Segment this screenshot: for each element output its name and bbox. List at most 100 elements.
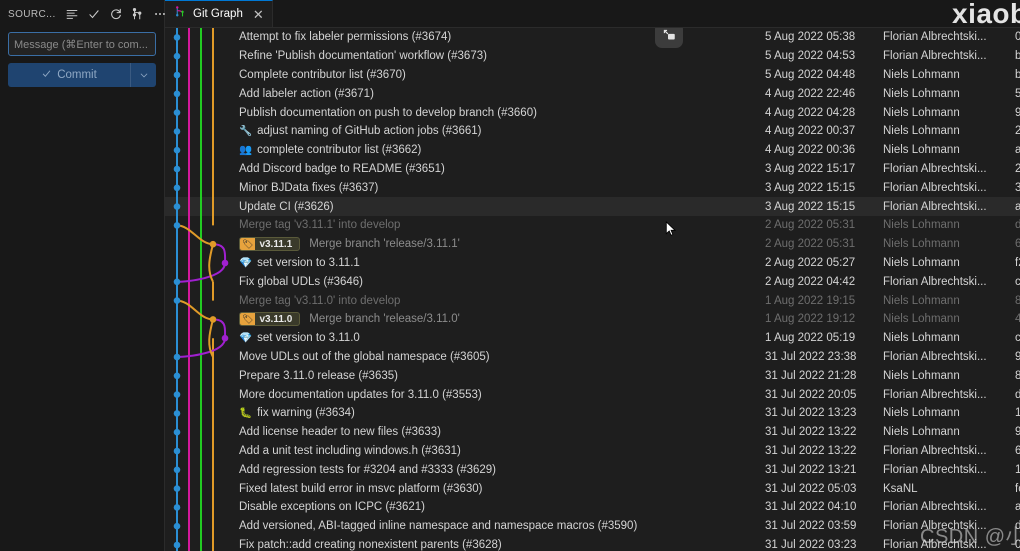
commit-author-cell: Niels Lohmann — [883, 106, 960, 119]
commit-author-cell: Niels Lohmann — [883, 369, 960, 382]
table-row[interactable]: 🏷 v3.11.1 Merge branch 'release/3.11.1' 2 A… — [165, 235, 1020, 254]
commit-author-cell: Florian Albrechtski... — [883, 350, 987, 363]
table-row[interactable]: Move UDLs out of the global namespace (#… — [165, 348, 1020, 367]
commit-subject-cell: Merge tag 'v3.11.1' into develop — [165, 219, 765, 231]
commit-author-cell: Niels Lohmann — [883, 313, 960, 326]
commit-author-cell: Florian Albrechtski... — [883, 200, 987, 213]
table-row[interactable]: Add a unit test including windows.h (#36… — [165, 442, 1020, 461]
commit-message-input[interactable]: Message (⌘Enter to com... — [8, 32, 156, 56]
table-row[interactable]: Fixed latest build error in msvc platfor… — [165, 479, 1020, 498]
commit-date-cell: 31 Jul 2022 23:38 — [765, 350, 857, 363]
commit-hash-cell: ce0e13c — [1015, 332, 1020, 345]
table-row[interactable]: 💎 set version to 3.11.0 1 Aug 2022 05:19 Ni… — [165, 329, 1020, 348]
commit-date-cell: 31 Jul 2022 20:05 — [765, 388, 857, 401]
table-row[interactable]: 🐛 fix warning (#3634) 31 Jul 2022 13:23 Nie… — [165, 404, 1020, 423]
commit-author-cell: Niels Lohmann — [883, 144, 960, 157]
commit-hash-cell: 98d70d4 — [1015, 106, 1020, 119]
commit-hash-cell: 69d7448 — [1015, 238, 1020, 251]
commit-hash-cell: 66c8bb5 — [1015, 444, 1020, 457]
main-editor-area: Git Graph ✕ Attempt to fix labeler permi… — [165, 0, 1020, 551]
commit-subject-text: Add regression tests for #3204 and #3333… — [239, 463, 497, 476]
table-row[interactable]: Add regression tests for #3204 and #3333… — [165, 460, 1020, 479]
checkmark-icon[interactable] — [84, 4, 105, 25]
tag-badge[interactable]: 🏷 v3.11.0 — [239, 312, 301, 327]
commit-hash-cell: b6e2941 — [1015, 68, 1020, 81]
commit-subject-cell: Add license header to new files (#3633) — [165, 426, 765, 438]
table-row[interactable]: Prepare 3.11.0 release (#3635) 31 Jul 202… — [165, 366, 1020, 385]
picture-in-picture-icon[interactable] — [655, 28, 683, 48]
commit-subject-cell: Publish documentation on push to develop… — [165, 107, 765, 119]
commit-hash-cell: 8fd8b52 — [1015, 369, 1020, 382]
commit-date-cell: 3 Aug 2022 15:15 — [765, 181, 856, 194]
commit-subject-text: Minor BJData fixes (#3637) — [239, 181, 379, 194]
commit-date-cell: 4 Aug 2022 00:36 — [765, 144, 856, 157]
view-as-list-icon[interactable] — [62, 4, 83, 25]
commit-date-cell: 2 Aug 2022 05:31 — [765, 219, 856, 232]
commit-author-cell: Florian Albrechtski... — [883, 31, 987, 44]
commit-subject-cell: 👥 complete contributor list (#3662) — [165, 144, 765, 156]
commit-button[interactable]: Commit — [8, 63, 156, 87]
tag-badge[interactable]: 🏷 v3.11.1 — [239, 237, 301, 252]
commit-author-cell: Niels Lohmann — [883, 407, 960, 420]
table-row[interactable]: Minor BJData fixes (#3637) 3 Aug 2022 15:… — [165, 178, 1020, 197]
refresh-icon[interactable] — [106, 4, 127, 25]
table-row[interactable]: 🔧 adjust naming of GitHub action jobs (#3… — [165, 122, 1020, 141]
table-row[interactable]: Add versioned, ABI-tagged inline namespa… — [165, 517, 1020, 536]
table-row[interactable]: More documentation updates for 3.11.0 (#… — [165, 385, 1020, 404]
commit-author-cell: Florian Albrechtski... — [883, 444, 987, 457]
table-row[interactable]: Add Discord badge to README (#3651) 3 Aug… — [165, 160, 1020, 179]
commit-subject-text: Add labeler action (#3671) — [239, 87, 374, 100]
table-row[interactable]: 💎 set version to 3.11.1 2 Aug 2022 05:27 Ni… — [165, 254, 1020, 273]
tab-git-graph[interactable]: Git Graph ✕ — [165, 0, 273, 27]
commit-subject-text: adjust naming of GitHub action jobs (#36… — [257, 125, 482, 138]
table-row[interactable]: Fix patch::add creating nonexistent pare… — [165, 536, 1020, 551]
commit-hash-cell: 01af734 — [1015, 31, 1020, 44]
commit-date-cell: 5 Aug 2022 04:48 — [765, 68, 856, 81]
commit-author-cell: Niels Lohmann — [883, 68, 960, 81]
commit-author-cell: Florian Albrechtski... — [883, 501, 987, 514]
commit-hash-cell: 01dda4c — [1015, 538, 1020, 551]
commit-date-cell: 31 Jul 2022 05:03 — [765, 482, 857, 495]
commit-subject-text: Fix patch::add creating nonexistent pare… — [239, 538, 502, 551]
commit-date-cell: 5 Aug 2022 05:38 — [765, 31, 856, 44]
table-row[interactable]: Merge tag 'v3.11.0' into develop 1 Aug 20… — [165, 291, 1020, 310]
commit-button-main[interactable]: Commit — [8, 63, 130, 87]
commit-hash-cell: df98ca2 — [1015, 219, 1020, 232]
commit-hash-cell: ac9e668 — [1015, 200, 1020, 213]
table-row[interactable]: Add license header to new files (#3633) 3… — [165, 423, 1020, 442]
commit-subject-text: Fixed latest build error in msvc platfor… — [239, 482, 483, 495]
people-emoji-icon: 👥 — [239, 144, 253, 156]
git-graph-icon[interactable] — [128, 4, 149, 25]
commit-date-cell: 5 Aug 2022 04:53 — [765, 50, 856, 63]
table-row[interactable]: Update CI (#3626) 3 Aug 2022 15:15 Florian… — [165, 197, 1020, 216]
commit-date-cell: 3 Aug 2022 15:15 — [765, 200, 856, 213]
commit-date-cell: 1 Aug 2022 05:19 — [765, 332, 856, 345]
source-control-header: SOURC... — [0, 0, 166, 28]
commit-author-cell: Niels Lohmann — [883, 332, 960, 345]
commit-subject-text: set version to 3.11.1 — [257, 256, 360, 269]
table-row[interactable]: Publish documentation on push to develop… — [165, 103, 1020, 122]
commit-subject-text: Disable exceptions on ICPC (#3621) — [239, 501, 426, 514]
table-row[interactable]: 👥 complete contributor list (#3662) 4 Aug … — [165, 141, 1020, 160]
table-row[interactable]: Disable exceptions on ICPC (#3621) 31 Jul… — [165, 498, 1020, 517]
commit-hash-cell: 9aafcbe — [1015, 350, 1020, 363]
tab-bar-empty-space — [272, 0, 1020, 27]
wrench-emoji-icon: 🔧 — [239, 125, 253, 138]
commit-subject-cell: 🐛 fix warning (#3634) — [165, 407, 765, 419]
table-row[interactable]: Fix global UDLs (#3646) 2 Aug 2022 04:42 F… — [165, 272, 1020, 291]
table-row[interactable]: 🏷 v3.11.0 Merge branch 'release/3.11.0' 1 A… — [165, 310, 1020, 329]
table-row[interactable]: Attempt to fix labeler permissions (#367… — [165, 28, 1020, 47]
commit-subject-text: Publish documentation on push to develop… — [239, 106, 537, 119]
commit-subject-text: Move UDLs out of the global namespace (#… — [239, 350, 490, 363]
commit-hash-cell: 11ba5c1 — [1015, 407, 1020, 420]
table-row[interactable]: Add labeler action (#3671) 4 Aug 2022 22:… — [165, 84, 1020, 103]
table-row[interactable]: Refine 'Publish documentation' workflow … — [165, 47, 1020, 66]
gem-emoji-icon: 💎 — [239, 332, 253, 344]
commit-dropdown-button[interactable] — [130, 63, 156, 87]
table-row[interactable]: Complete contributor list (#3670) 5 Aug 2… — [165, 66, 1020, 85]
git-graph-icon — [174, 5, 187, 23]
close-icon[interactable]: ✕ — [253, 8, 264, 21]
table-row[interactable]: Merge tag 'v3.11.1' into develop 2 Aug 20… — [165, 216, 1020, 235]
commit-hash-cell: 22cd1c9 — [1015, 125, 1020, 138]
commit-date-cell: 31 Jul 2022 13:21 — [765, 463, 857, 476]
